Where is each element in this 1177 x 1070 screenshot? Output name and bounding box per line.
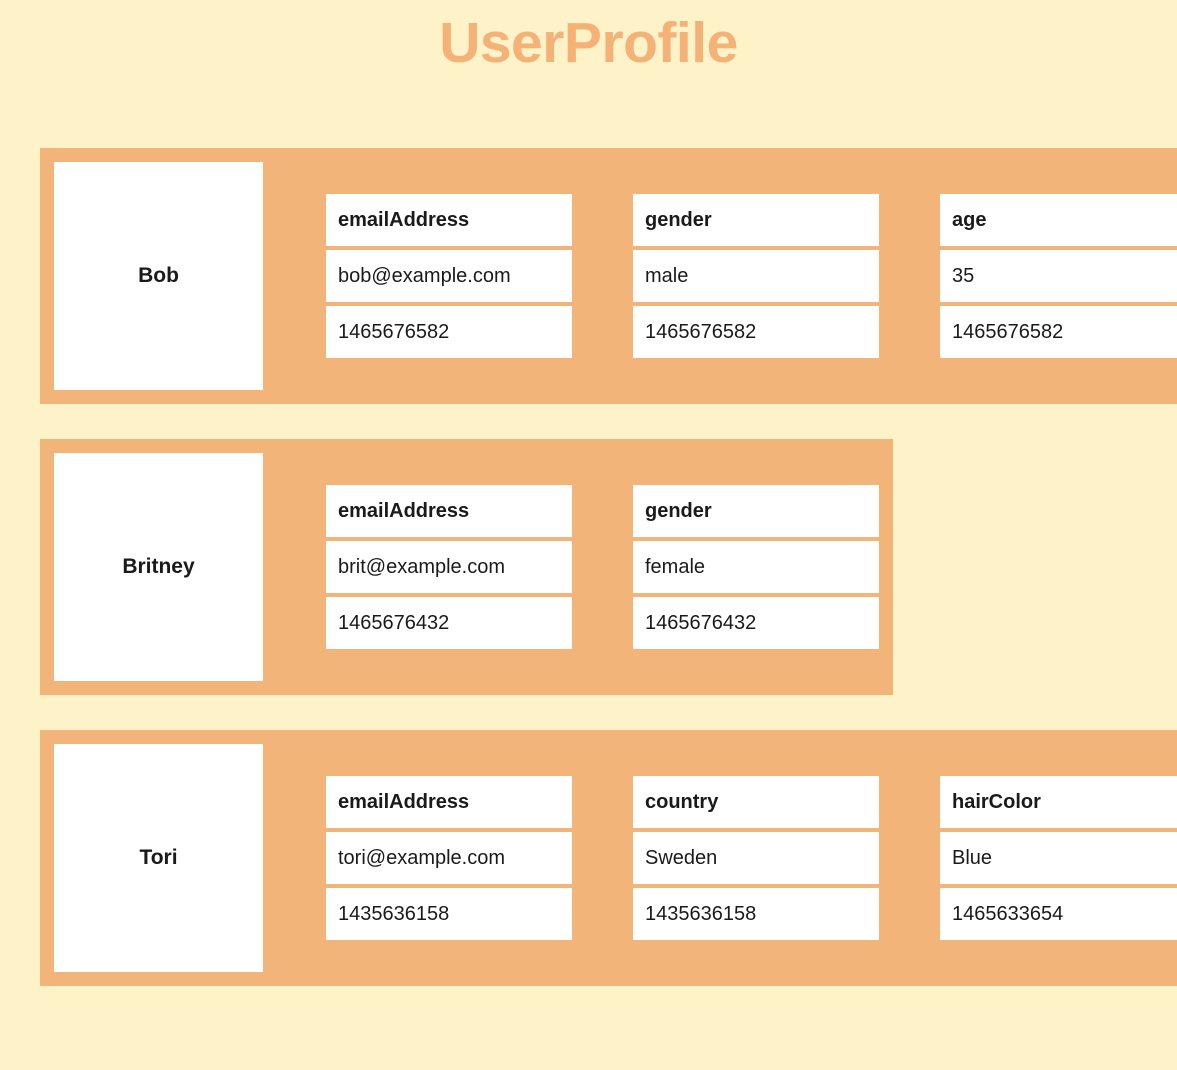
profile-fields: emailAddress brit@example.com 1465676432 ge… xyxy=(326,485,879,649)
field-value-cell: Sweden xyxy=(633,832,879,884)
profile-list: Bob emailAddress bob@example.com 1465676582… xyxy=(40,148,1177,1021)
field-timestamp-cell: 1435636158 xyxy=(633,888,879,940)
field-card: gender male 1465676582 xyxy=(633,194,879,358)
field-value-cell: brit@example.com xyxy=(326,541,572,593)
field-key-cell: country xyxy=(633,776,879,828)
field-value-cell: Blue xyxy=(940,832,1177,884)
page-title: UserProfile xyxy=(439,11,738,75)
field-value-cell: male xyxy=(633,250,879,302)
field-card: gender female 1465676432 xyxy=(633,485,879,649)
field-value-cell: tori@example.com xyxy=(326,832,572,884)
field-card: country Sweden 1435636158 xyxy=(633,776,879,940)
field-timestamp-cell: 1435636158 xyxy=(326,888,572,940)
profile-name: Bob xyxy=(138,264,179,287)
field-key-cell: emailAddress xyxy=(326,776,572,828)
field-key-cell: gender xyxy=(633,194,879,246)
field-key-cell: emailAddress xyxy=(326,194,572,246)
user-profile-page: UserProfile Bob emailAddress bob@example.c… xyxy=(0,0,1177,1070)
profile-name-box: Britney xyxy=(54,453,263,681)
profile-name: Britney xyxy=(122,555,195,578)
field-value-cell: 35 xyxy=(940,250,1177,302)
profile-fields: emailAddress bob@example.com 1465676582 gen… xyxy=(326,194,1177,358)
field-key-cell: hairColor xyxy=(940,776,1177,828)
field-value-cell: female xyxy=(633,541,879,593)
profile-row: Tori emailAddress tori@example.com 14356361… xyxy=(40,730,1177,986)
field-card: emailAddress brit@example.com 1465676432 xyxy=(326,485,572,649)
field-timestamp-cell: 1465676432 xyxy=(633,597,879,649)
profile-name-box: Bob xyxy=(54,162,263,390)
field-card: hairColor Blue 1465633654 xyxy=(940,776,1177,940)
profile-name: Tori xyxy=(139,846,178,869)
field-timestamp-cell: 1465676582 xyxy=(326,306,572,358)
field-card: age 35 1465676582 xyxy=(940,194,1177,358)
profile-row: Bob emailAddress bob@example.com 1465676582… xyxy=(40,148,1177,404)
field-value-cell: bob@example.com xyxy=(326,250,572,302)
field-key-cell: age xyxy=(940,194,1177,246)
field-timestamp-cell: 1465676582 xyxy=(940,306,1177,358)
field-timestamp-cell: 1465676432 xyxy=(326,597,572,649)
profile-row: Britney emailAddress brit@example.com 14656… xyxy=(40,439,893,695)
profile-fields: emailAddress tori@example.com 1435636158 co… xyxy=(326,776,1177,940)
field-card: emailAddress tori@example.com 1435636158 xyxy=(326,776,572,940)
field-timestamp-cell: 1465633654 xyxy=(940,888,1177,940)
field-key-cell: gender xyxy=(633,485,879,537)
field-timestamp-cell: 1465676582 xyxy=(633,306,879,358)
field-key-cell: emailAddress xyxy=(326,485,572,537)
profile-name-box: Tori xyxy=(54,744,263,972)
field-card: emailAddress bob@example.com 1465676582 xyxy=(326,194,572,358)
